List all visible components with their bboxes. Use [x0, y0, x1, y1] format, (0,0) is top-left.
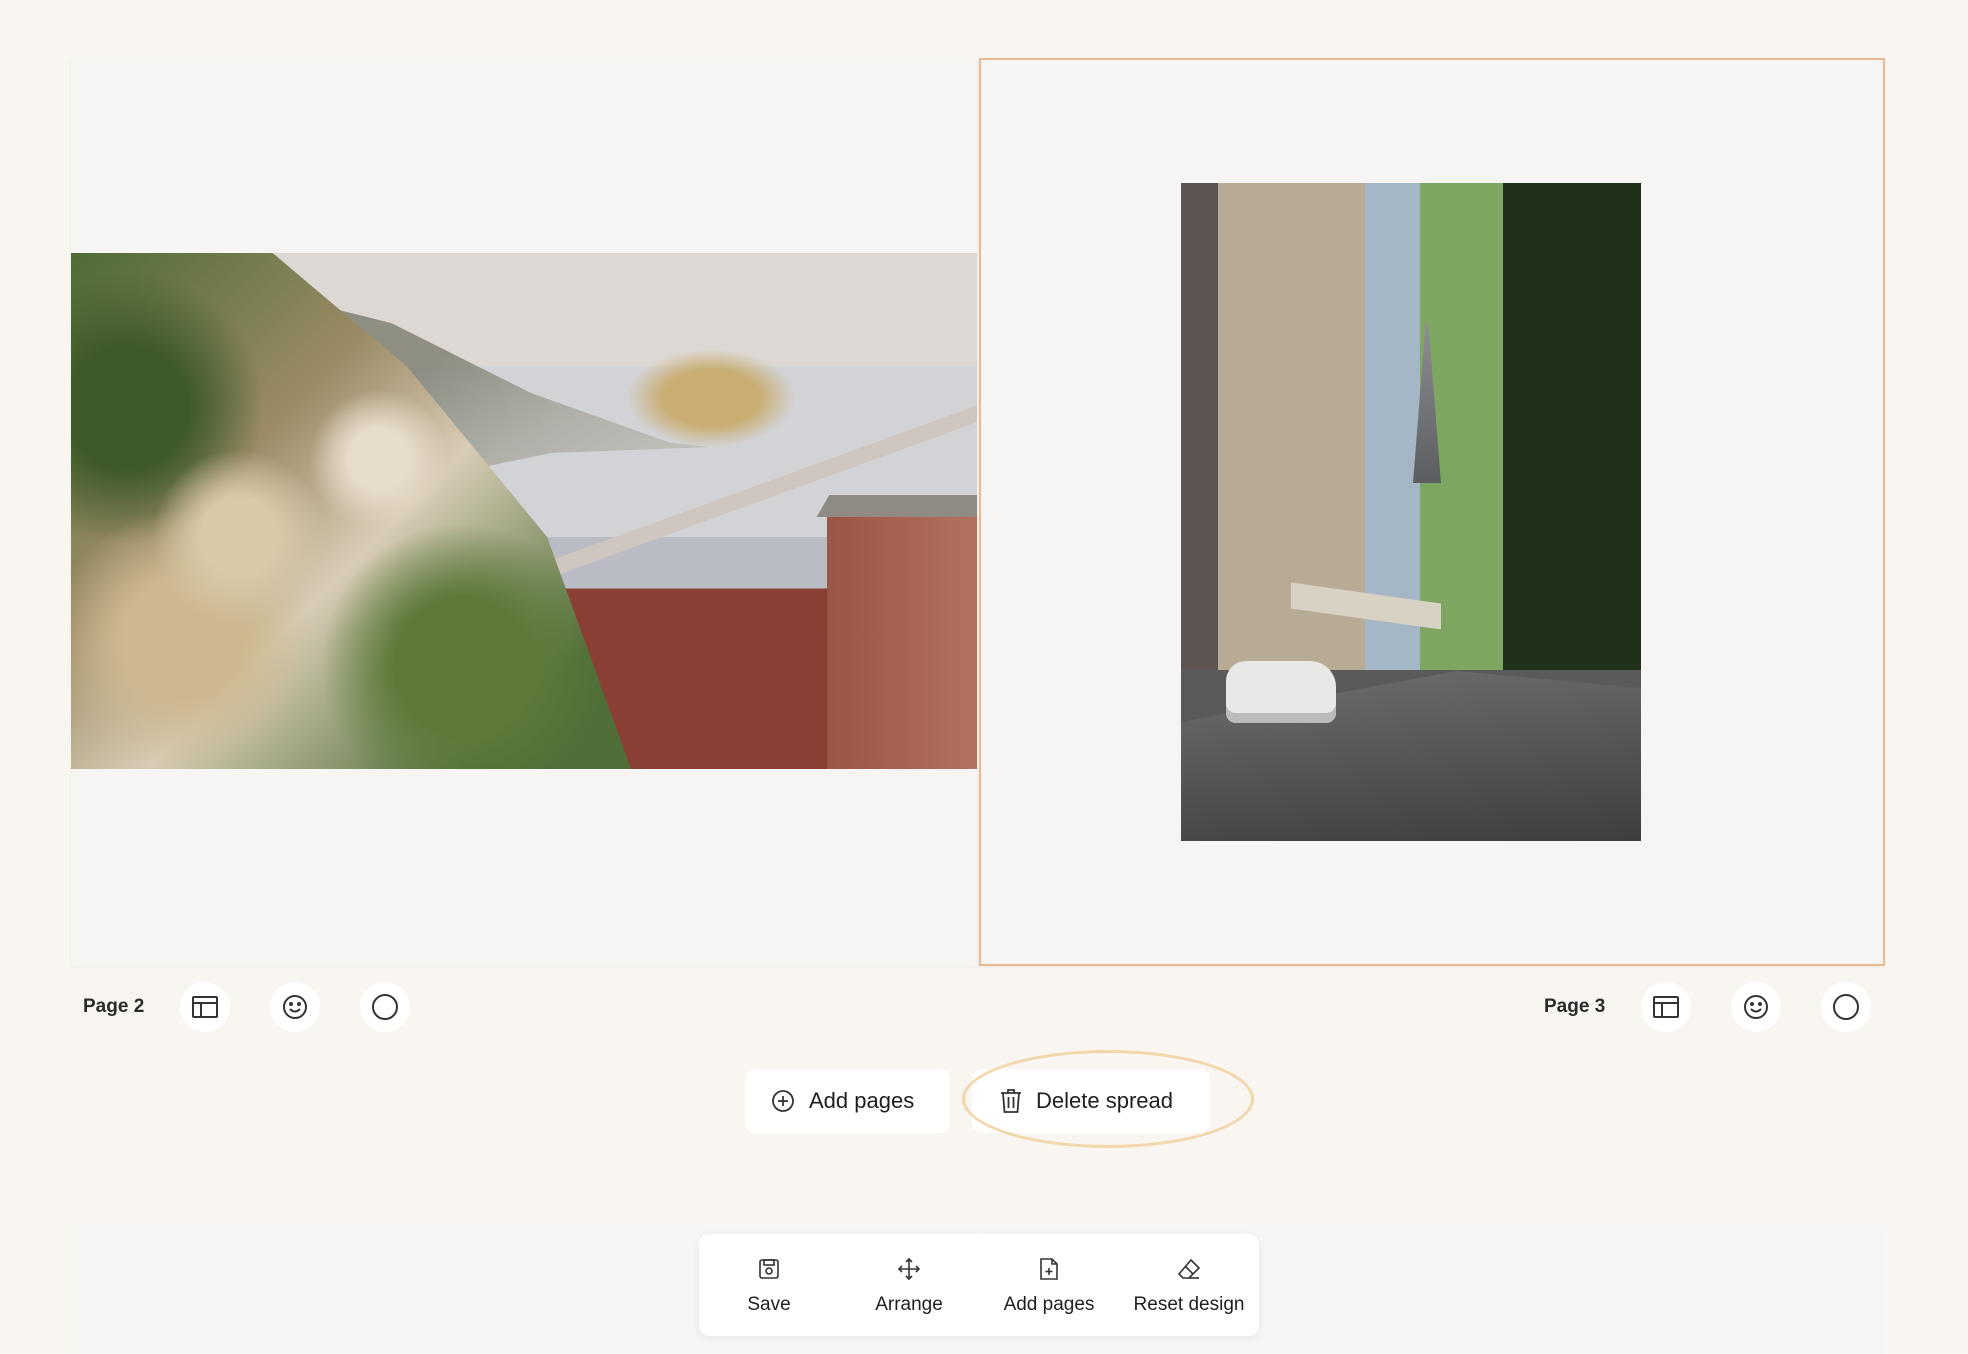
- layout-button[interactable]: [1641, 982, 1692, 1032]
- page-label: Page 2: [83, 996, 145, 1017]
- add-page-icon: [1039, 1254, 1059, 1284]
- delete-spread-button[interactable]: Delete spread: [972, 1069, 1210, 1133]
- sticker-button[interactable]: [1731, 982, 1782, 1032]
- coastal-village-photo[interactable]: [71, 253, 977, 769]
- page-3[interactable]: [979, 58, 1885, 966]
- add-pages-label: Add pages: [809, 1088, 915, 1113]
- reset-design-label: Reset design: [1133, 1294, 1245, 1315]
- eraser-icon: [1177, 1254, 1201, 1284]
- layout-button[interactable]: [180, 982, 231, 1032]
- reset-design-button[interactable]: Reset design: [1124, 1254, 1254, 1316]
- smiley-icon: [283, 995, 308, 1019]
- arrange-label: Arrange: [875, 1294, 943, 1315]
- arrange-button[interactable]: Arrange: [844, 1254, 974, 1316]
- background-color-button[interactable]: [1821, 982, 1872, 1032]
- smiley-icon: [1744, 995, 1769, 1019]
- page-label: Page 3: [1544, 996, 1606, 1017]
- save-icon: [758, 1254, 780, 1284]
- photo-tower-detail: [1413, 323, 1441, 483]
- circle-icon: [372, 994, 399, 1020]
- move-arrows-icon: [897, 1254, 921, 1284]
- photo-car-detail: [1226, 661, 1336, 723]
- circle-icon: [1833, 994, 1860, 1020]
- bottom-toolbar: Save Arrange Add pages Reset design: [699, 1234, 1259, 1336]
- background-color-button[interactable]: [360, 982, 411, 1032]
- trash-icon: [1000, 1088, 1022, 1114]
- page-3-controls: Page 3: [1544, 982, 1911, 1032]
- photo-hillside-detail: [71, 253, 631, 769]
- delete-spread-label: Delete spread: [1036, 1088, 1173, 1113]
- photo-awning-detail: [1291, 582, 1441, 630]
- add-pages-button[interactable]: Add pages: [745, 1069, 950, 1133]
- layout-icon: [1653, 996, 1680, 1018]
- photo-wall-detail: [827, 513, 977, 769]
- plus-circle-icon: [771, 1089, 795, 1113]
- save-label: Save: [747, 1294, 791, 1315]
- sticker-button[interactable]: [270, 982, 321, 1032]
- page-2[interactable]: [71, 58, 977, 966]
- layout-icon: [192, 996, 219, 1018]
- save-button[interactable]: Save: [704, 1254, 834, 1316]
- paris-street-photo[interactable]: [1181, 183, 1641, 841]
- add-pages-label: Add pages: [1003, 1294, 1095, 1315]
- page-2-controls: Page 2: [83, 982, 450, 1032]
- toolbar-add-pages-button[interactable]: Add pages: [984, 1254, 1114, 1316]
